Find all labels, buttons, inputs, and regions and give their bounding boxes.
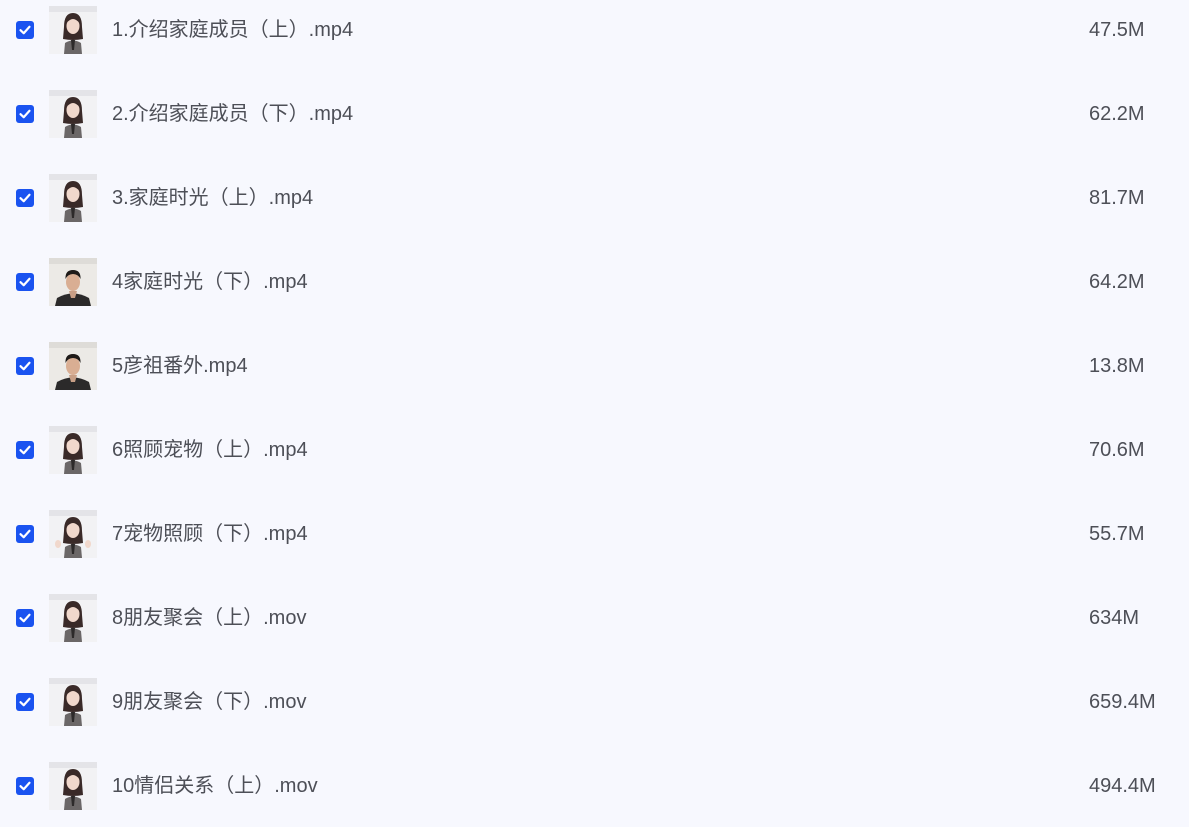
file-size: 62.2M [1089,103,1145,125]
file-row[interactable]: 4家庭时光（下）.mp4 64.2M [0,240,1189,324]
file-row[interactable]: 8朋友聚会（上）.mov 634M [0,576,1189,660]
file-size: 55.7M [1089,523,1145,545]
file-row[interactable]: 5彦祖番外.mp4 13.8M [0,324,1189,408]
file-size: 659.4M [1089,691,1156,713]
file-name: 1.介绍家庭成员（上）.mp4 [112,19,354,41]
file-checkbox[interactable] [16,189,34,207]
video-thumbnail[interactable] [49,6,97,54]
file-name: 9朋友聚会（下）.mov [112,691,307,713]
file-checkbox[interactable] [16,273,34,291]
file-size: 13.8M [1089,355,1145,377]
file-checkbox[interactable] [16,21,34,39]
file-row[interactable]: 7宠物照顾（下）.mp4 55.7M [0,492,1189,576]
file-size: 81.7M [1089,187,1145,209]
video-thumbnail[interactable] [49,342,97,390]
file-checkbox[interactable] [16,525,34,543]
file-name: 6照顾宠物（上）.mp4 [112,439,308,461]
file-row[interactable]: 3.家庭时光（上）.mp4 81.7M [0,156,1189,240]
file-row[interactable]: 2.介绍家庭成员（下）.mp4 62.2M [0,72,1189,156]
video-thumbnail[interactable] [49,258,97,306]
video-thumbnail[interactable] [49,678,97,726]
file-name: 4家庭时光（下）.mp4 [112,271,308,293]
file-checkbox[interactable] [16,357,34,375]
video-thumbnail[interactable] [49,174,97,222]
file-name: 3.家庭时光（上）.mp4 [112,187,314,209]
video-thumbnail[interactable] [49,594,97,642]
file-checkbox[interactable] [16,609,34,627]
file-size: 64.2M [1089,271,1145,293]
video-thumbnail[interactable] [49,90,97,138]
file-checkbox[interactable] [16,693,34,711]
file-name: 2.介绍家庭成员（下）.mp4 [112,103,354,125]
file-checkbox[interactable] [16,777,34,795]
file-row[interactable]: 1.介绍家庭成员（上）.mp4 47.5M [0,0,1189,72]
file-size: 494.4M [1089,775,1156,797]
file-name: 5彦祖番外.mp4 [112,355,248,377]
file-name: 10情侣关系（上）.mov [112,775,318,797]
video-thumbnail[interactable] [49,426,97,474]
file-row[interactable]: 10情侣关系（上）.mov 494.4M [0,744,1189,827]
file-size: 70.6M [1089,439,1145,461]
video-thumbnail[interactable] [49,762,97,810]
file-row[interactable]: 6照顾宠物（上）.mp4 70.6M [0,408,1189,492]
video-thumbnail[interactable] [49,510,97,558]
file-row[interactable]: 9朋友聚会（下）.mov 659.4M [0,660,1189,744]
file-name: 7宠物照顾（下）.mp4 [112,523,308,545]
file-size: 634M [1089,607,1140,629]
file-name: 8朋友聚会（上）.mov [112,607,307,629]
file-size: 47.5M [1089,19,1145,41]
file-checkbox[interactable] [16,105,34,123]
file-list: 1.介绍家庭成员（上）.mp4 47.5M 2.介绍家庭成员（下）.mp4 62… [0,0,1189,827]
file-checkbox[interactable] [16,441,34,459]
